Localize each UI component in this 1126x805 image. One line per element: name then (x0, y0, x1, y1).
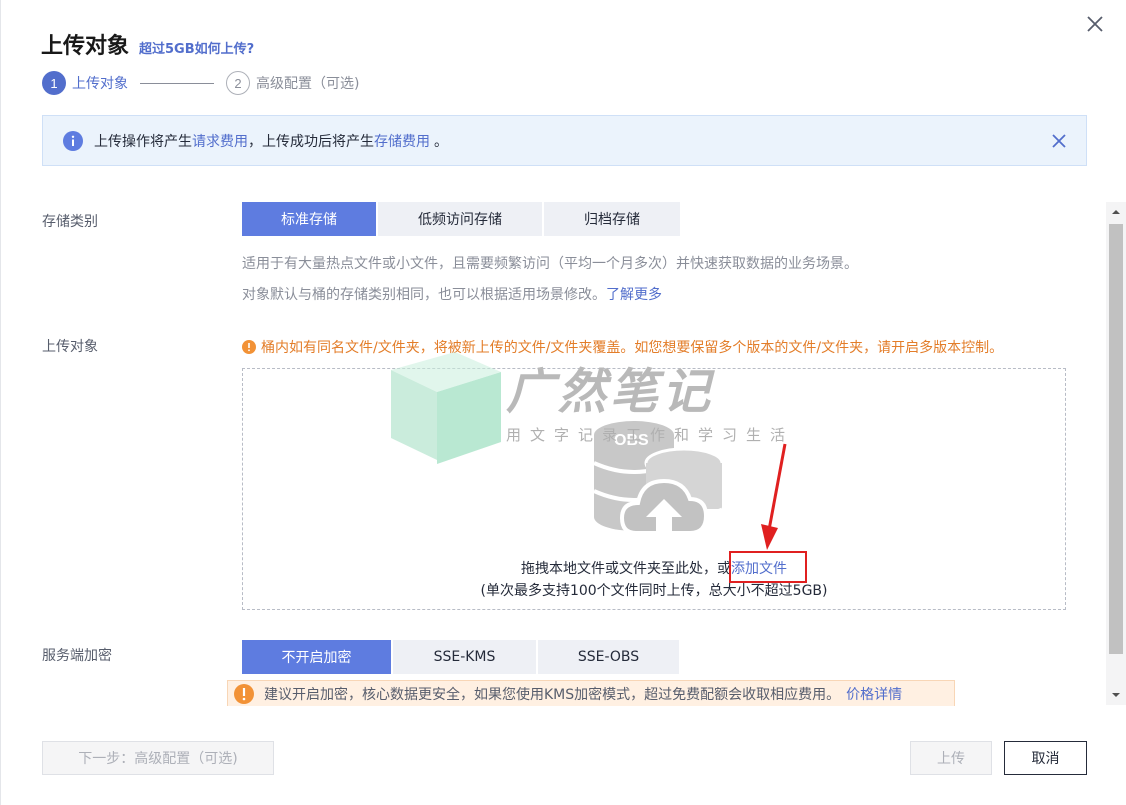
scroll-up-arrow-icon[interactable] (1111, 207, 1121, 217)
watermark-logo-icon (391, 352, 501, 464)
storage-option-archive[interactable]: 归档存储 (544, 202, 680, 236)
notice-close-icon[interactable] (1050, 132, 1068, 150)
step-2-label: 高级配置（可选) (256, 76, 360, 92)
encryption-tip: 建议开启加密，核心数据更安全，如果您使用KMS加密模式，超过免费配额会收取相应费… (227, 680, 955, 706)
step-indicator: 1 上传对象 2 高级配置（可选) (42, 70, 359, 96)
annotation-arrow (761, 443, 787, 550)
upload-object-label: 上传对象 (42, 339, 98, 355)
encryption-option-sse-obs[interactable]: SSE-OBS (538, 640, 679, 674)
step-connector (140, 82, 214, 84)
encryption-option-none[interactable]: 不开启加密 (242, 640, 391, 674)
dialog-title: 上传对象 (41, 34, 130, 59)
upload-object-dialog: 上传对象 超过5GB如何上传? 1 上传对象 2 高级配置（可选) 上传操作将产… (0, 0, 1126, 805)
encryption-label: 服务端加密 (42, 648, 112, 664)
large-upload-help-link[interactable]: 超过5GB如何上传? (139, 38, 254, 57)
notice-text-suffix: 。 (434, 133, 448, 150)
storage-option-infrequent[interactable]: 低频访问存储 (378, 202, 542, 236)
encryption-tip-text: 建议开启加密，核心数据更安全，如果您使用KMS加密模式，超过免费配额会收取相应费… (264, 686, 841, 703)
warning-icon (242, 340, 256, 354)
encryption-selector: 不开启加密 SSE-KMS SSE-OBS (242, 640, 679, 674)
scroll-down-arrow-icon[interactable] (1111, 690, 1121, 700)
dialog-header: 上传对象 超过5GB如何上传? (41, 28, 254, 60)
storage-class-note: 对象默认与桶的存储类别相同，也可以根据适用场景修改。了解更多 (242, 284, 662, 304)
next-step-button[interactable]: 下一步：高级配置（可选) (42, 741, 274, 775)
cancel-button[interactable]: 取消 (1004, 741, 1087, 775)
step-1-label: 上传对象 (72, 76, 128, 92)
drop-instruction: 拖拽本地文件或文件夹至此处，或添加文件 (243, 558, 1065, 578)
storage-class-note-text: 对象默认与桶的存储类别相同，也可以根据适用场景修改。 (242, 287, 606, 303)
watermark-subtitle: 用文字记录工作和学习生活 (506, 426, 795, 444)
step-1-number: 1 (42, 71, 66, 95)
storage-class-description: 适用于有大量热点文件或小文件，且需要频繁访问（平均一个月多次）并快速获取数据的业… (242, 256, 858, 272)
drop-instruction-text: 拖拽本地文件或文件夹至此处，或 (521, 561, 731, 577)
alert-icon (234, 683, 254, 704)
vertical-scrollbar[interactable] (1106, 202, 1126, 705)
close-icon[interactable] (1083, 12, 1107, 36)
upload-button[interactable]: 上传 (910, 741, 992, 775)
step-2-number: 2 (226, 71, 250, 95)
scrollbar-thumb[interactable] (1109, 224, 1123, 654)
storage-option-standard[interactable]: 标准存储 (242, 202, 376, 236)
pricing-details-link[interactable]: 价格详情 (846, 684, 902, 704)
request-fee-link[interactable]: 请求费用 (192, 131, 248, 151)
storage-fee-link[interactable]: 存储费用 (374, 131, 430, 151)
fee-notice-banner: 上传操作将产生 请求费用 ，上传成功后将产生 存储费用 。 (42, 115, 1087, 166)
storage-class-selector: 标准存储 低频访问存储 归档存储 (242, 202, 680, 236)
storage-class-label: 存储类别 (42, 214, 98, 230)
encryption-option-sse-kms[interactable]: SSE-KMS (393, 640, 536, 674)
add-file-link[interactable]: 添加文件 (731, 561, 787, 577)
notice-text-middle: ，上传成功后将产生 (248, 133, 374, 150)
upload-limit-text: (单次最多支持100个文件同时上传，总大小不超过5GB) (480, 583, 828, 599)
info-icon (63, 130, 83, 151)
learn-more-link[interactable]: 了解更多 (606, 287, 662, 303)
watermark-title: 广然笔记 (506, 364, 715, 420)
notice-text-prefix: 上传操作将产生 (94, 133, 192, 150)
